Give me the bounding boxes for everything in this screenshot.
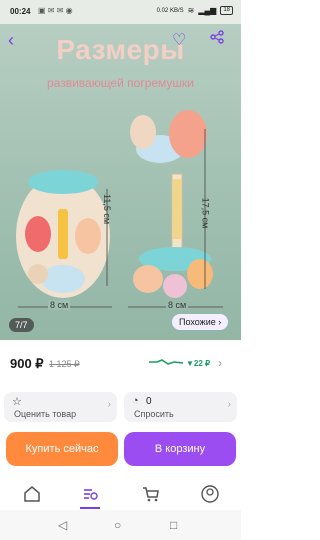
system-nav-bar: ◁ ○ □ bbox=[0, 510, 241, 540]
network-speed: 0.02 KB/S bbox=[156, 7, 184, 14]
price-row[interactable]: 900 ₽ 1 125 ₽ ▼22 ₽ › bbox=[0, 352, 241, 376]
back-icon[interactable]: ‹ bbox=[8, 30, 14, 51]
dim-label-left-width: 8 см bbox=[48, 300, 71, 310]
nav-recents-icon[interactable]: □ bbox=[170, 518, 177, 532]
chevron-right-icon: › bbox=[227, 399, 231, 410]
notification-icons: ▣ ✉ ✉ ◉ bbox=[38, 6, 73, 15]
similar-button[interactable]: Похожие › bbox=[172, 314, 229, 330]
profile-icon[interactable] bbox=[200, 484, 220, 504]
bottom-tab-bar bbox=[0, 476, 241, 510]
active-tab-indicator bbox=[80, 507, 100, 509]
price-delta: ▼22 ₽ bbox=[186, 359, 211, 368]
buy-now-button[interactable]: Купить сейчас bbox=[6, 432, 118, 466]
status-time: 00:24 bbox=[10, 7, 31, 16]
gallery-subtitle: развивающей погремушки bbox=[46, 76, 195, 90]
star-icon: ☆ bbox=[12, 396, 22, 408]
questions-count: 0 bbox=[146, 396, 152, 407]
old-price: 1 125 ₽ bbox=[49, 359, 80, 369]
rattle-egg-top bbox=[28, 170, 98, 194]
dim-label-right-height: 17,5 см bbox=[200, 197, 211, 229]
share-icon[interactable] bbox=[210, 30, 224, 49]
heart-icon[interactable]: ♡ bbox=[172, 30, 186, 50]
rate-product-label: Оценить товар bbox=[14, 409, 77, 419]
status-right: 0.02 KB/S ≋ ▂▄▆ 18 bbox=[157, 6, 233, 15]
nav-home-icon[interactable]: ○ bbox=[114, 518, 121, 532]
image-counter: 7/7 bbox=[9, 318, 34, 332]
nav-back-icon[interactable]: ◁ bbox=[58, 518, 67, 532]
dim-label-right-width: 8 см bbox=[166, 300, 189, 310]
chevron-right-icon: › bbox=[107, 399, 111, 410]
home-icon[interactable] bbox=[22, 484, 42, 504]
catalog-icon[interactable] bbox=[80, 484, 100, 504]
comment-icon: ◔ bbox=[132, 395, 139, 407]
gallery-title: Размеры bbox=[56, 34, 185, 65]
cart-icon[interactable] bbox=[141, 484, 161, 504]
price-trend-icon bbox=[149, 359, 184, 365]
wifi-icon: ≋ bbox=[187, 6, 195, 15]
current-price: 900 ₽ bbox=[10, 356, 44, 371]
add-to-cart-button[interactable]: В корзину bbox=[124, 432, 236, 466]
ask-question-card[interactable]: ◔ 0 Спросить › bbox=[124, 392, 237, 422]
ask-question-label: Спросить bbox=[134, 409, 174, 419]
product-illustration bbox=[16, 110, 223, 308]
signal-icon: ▂▄▆ bbox=[198, 6, 217, 15]
status-bar: 00:24 ▣ ✉ ✉ ◉ 0.02 KB/S ≋ ▂▄▆ 18 bbox=[0, 0, 241, 24]
product-image-gallery[interactable]: Размеры развивающей погремушки ‹ ♡ 11,5 … bbox=[0, 24, 241, 340]
dim-label-left-height: 11,5 см bbox=[102, 193, 113, 225]
battery-icon: 18 bbox=[220, 6, 233, 15]
chevron-right-icon: › bbox=[218, 356, 222, 370]
rate-product-card[interactable]: ☆ Оценить товар › bbox=[4, 392, 117, 422]
